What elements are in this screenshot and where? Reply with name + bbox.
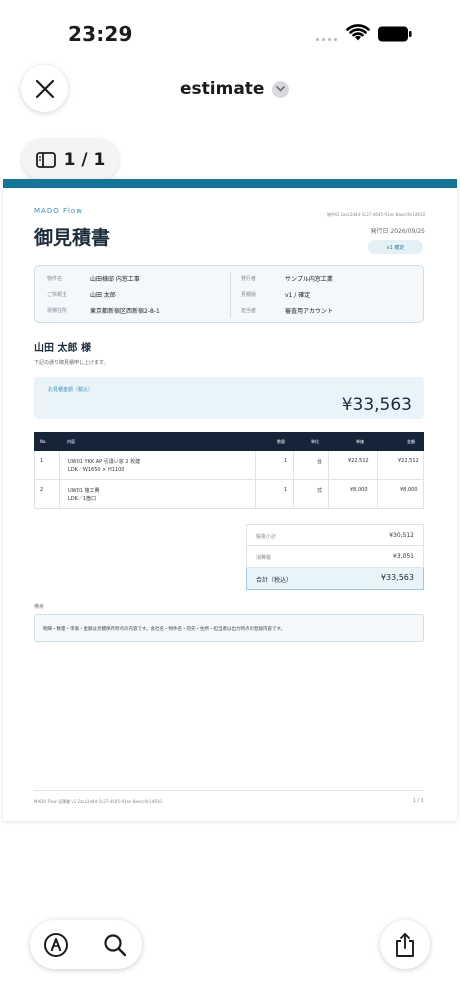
staff-value: 審査用アカウント bbox=[285, 308, 334, 315]
column-header-qty: 数量 bbox=[277, 439, 285, 444]
cell-divider bbox=[256, 480, 294, 509]
search-icon[interactable] bbox=[102, 932, 128, 958]
share-button[interactable] bbox=[380, 920, 430, 969]
sidebar-icon bbox=[35, 151, 56, 168]
share-icon bbox=[396, 932, 414, 957]
items-table: No. 内容 数量 単位 単価 金額 1 UW01 YKK AP 引違い窓 2 … bbox=[34, 432, 424, 509]
cell-divider bbox=[35, 451, 60, 480]
client-label: ご依頼主 bbox=[47, 292, 68, 298]
total-box: お見積金額（税込） ¥33,563 bbox=[34, 377, 424, 419]
footer-page-number: 1 / 1 bbox=[412, 798, 424, 804]
intro-text: 下記の通り御見積申し上げます。 bbox=[34, 360, 109, 366]
subtotal-label: 税抜小計 bbox=[256, 534, 277, 540]
row-amount: ¥22,512 bbox=[398, 458, 419, 464]
status-bar: 23:29 bbox=[0, 0, 460, 64]
footer-doc-info: MADO Flow 見積書 v1 2acc2d4d-5c27-4645-91ec… bbox=[34, 799, 162, 804]
row-no: 1 bbox=[40, 458, 44, 464]
row-item-detail: LDK／1箇口 bbox=[68, 496, 97, 502]
issue-date: 発行日 2026/09/25 bbox=[370, 228, 426, 235]
issuer-label: 発行者 bbox=[241, 276, 257, 282]
page-indicator: 1 / 1 bbox=[63, 149, 106, 170]
document-title-menu[interactable]: estimate bbox=[180, 76, 290, 102]
cell-divider bbox=[294, 480, 329, 509]
wifi-icon bbox=[346, 24, 370, 41]
info-row: 物件名 山田様邸 内窓工事 発行者 サンプル内窓工業 bbox=[35, 270, 425, 285]
cell-divider bbox=[256, 451, 294, 480]
subtotal-value: ¥30,512 bbox=[389, 532, 414, 539]
brand-label: MADO Flow bbox=[34, 207, 83, 215]
cell-divider bbox=[329, 480, 378, 509]
cellular-signal-icon bbox=[316, 38, 337, 41]
total-amount: ¥33,563 bbox=[341, 395, 412, 415]
row-unit-price: ¥8,000 bbox=[350, 487, 368, 493]
remarks-label: 備考 bbox=[34, 604, 45, 610]
column-header-unit-price: 単価 bbox=[356, 439, 364, 444]
document-page: MADO Flow 御見積書 物件ID 2acc2d4d-5c27-4645-9… bbox=[3, 179, 457, 821]
version-badge: v1 確定 bbox=[368, 240, 423, 254]
row-item-name: UW01 YKK AP 引違い窓 2 枚建 bbox=[68, 459, 141, 465]
document-title: estimate bbox=[180, 79, 265, 99]
battery-icon bbox=[378, 26, 412, 42]
total-label: お見積金額（税込） bbox=[48, 387, 94, 393]
summary-tax-row: 消費税 ¥3,051 bbox=[246, 546, 424, 568]
cell-divider bbox=[329, 451, 378, 480]
remarks-text: 明細・数量・単価・金額は見積保存時点の内容です。会社名・物件名・宛先・住所・担当… bbox=[43, 627, 286, 632]
chevron-down-icon bbox=[272, 80, 290, 98]
table-row: 2 UW01 施工費 LDK／1箇口 1 式 ¥8,000 ¥8,000 bbox=[34, 480, 424, 509]
page-thumbnails-button[interactable]: 1 / 1 bbox=[22, 139, 119, 180]
column-header-amount: 金額 bbox=[407, 439, 415, 444]
close-button[interactable] bbox=[21, 65, 68, 112]
site-label: 現場住所 bbox=[47, 308, 68, 314]
info-row: ご依頼主 山田 太郎 見積版 v1 / 確定 bbox=[35, 286, 425, 301]
column-header-no: No. bbox=[40, 439, 47, 444]
cell-divider bbox=[294, 451, 329, 480]
row-qty: 1 bbox=[284, 458, 288, 464]
markup-pen-icon[interactable] bbox=[43, 932, 69, 958]
summary-grand-total-row: 合計（税込） ¥33,563 bbox=[246, 568, 424, 590]
column-header-unit: 単位 bbox=[311, 439, 319, 444]
row-item-detail: LDK／W1650 × H1100 bbox=[68, 467, 125, 473]
summary-subtotal-row: 税抜小計 ¥30,512 bbox=[246, 524, 424, 546]
footer-divider bbox=[34, 790, 424, 791]
row-amount: ¥8,000 bbox=[400, 487, 418, 493]
remarks-box: 明細・数量・単価・金額は見積保存時点の内容です。会社名・物件名・宛先・住所・担当… bbox=[34, 614, 424, 642]
staff-label: 担当者 bbox=[241, 308, 257, 314]
column-header-content: 内容 bbox=[67, 439, 75, 444]
row-unit-price: ¥22,512 bbox=[348, 458, 369, 464]
header-stripe bbox=[3, 179, 457, 188]
row-qty: 1 bbox=[284, 487, 288, 493]
property-label: 物件名 bbox=[47, 276, 63, 282]
row-no: 2 bbox=[40, 487, 44, 493]
cell-divider bbox=[35, 480, 60, 509]
version-value: v1 / 確定 bbox=[285, 292, 311, 299]
version-label: 見積版 bbox=[241, 292, 257, 298]
summary-table: 税抜小計 ¥30,512 消費税 ¥3,051 合計（税込） ¥33,563 bbox=[246, 524, 424, 590]
close-icon bbox=[35, 79, 54, 98]
grand-total-value: ¥33,563 bbox=[380, 573, 414, 582]
table-header: No. 内容 数量 単位 単価 金額 bbox=[34, 432, 424, 451]
document-heading: 御見積書 bbox=[34, 227, 111, 249]
property-value: 山田様邸 内窓工事 bbox=[90, 276, 140, 283]
row-unit: 台 bbox=[317, 459, 323, 465]
info-box: 物件名 山田様邸 内窓工事 発行者 サンプル内窓工業 ご依頼主 山田 太郎 見積… bbox=[34, 265, 424, 323]
table-row: 1 UW01 YKK AP 引違い窓 2 枚建 LDK／W1650 × H110… bbox=[34, 451, 424, 480]
issuer-value: サンプル内窓工業 bbox=[285, 276, 333, 283]
row-unit: 式 bbox=[317, 488, 323, 494]
site-value: 東京都新宿区西新宿2-8-1 bbox=[90, 308, 160, 315]
customer-name: 山田 太郎 様 bbox=[34, 343, 91, 354]
bottom-tool-pill bbox=[30, 920, 142, 969]
tax-value: ¥3,051 bbox=[393, 553, 414, 560]
client-value: 山田 太郎 bbox=[90, 292, 116, 299]
row-item-name: UW01 施工費 bbox=[68, 488, 100, 494]
grand-total-label: 合計（税込） bbox=[256, 577, 293, 584]
document-id: 物件ID 2acc2d4d-5c27-4645-91ec-8aecc9c1d91… bbox=[327, 212, 425, 217]
tax-label: 消費税 bbox=[256, 555, 272, 561]
info-row: 現場住所 東京都新宿区西新宿2-8-1 担当者 審査用アカウント bbox=[35, 302, 425, 317]
status-time: 23:29 bbox=[68, 22, 133, 46]
